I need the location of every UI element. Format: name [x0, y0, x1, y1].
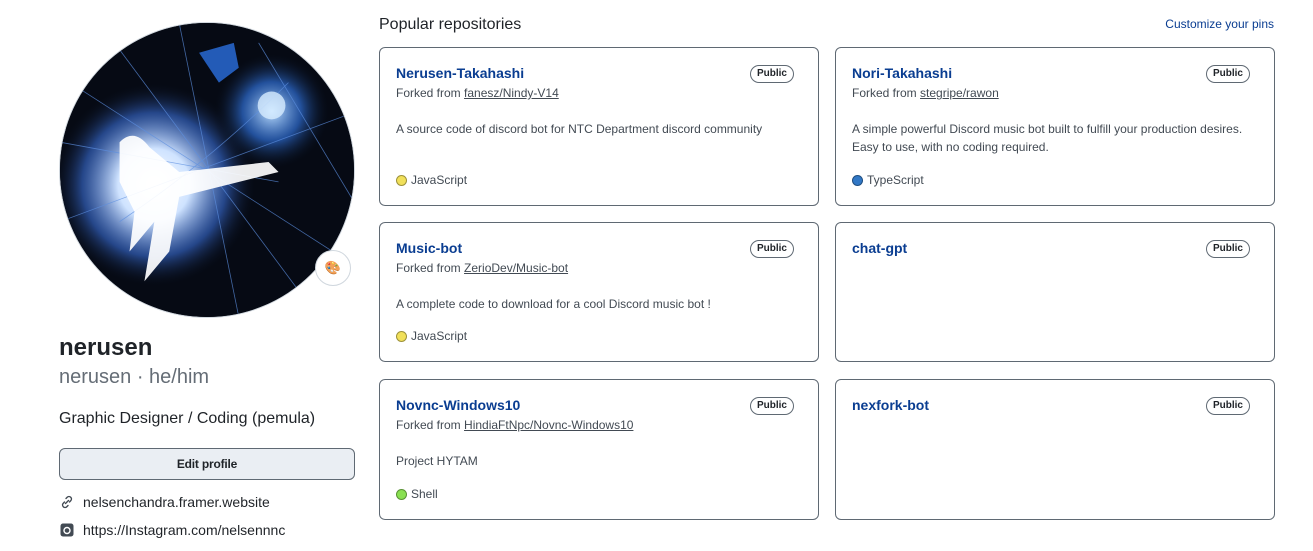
visibility-badge: Public: [749, 240, 794, 258]
repo-description: Project HYTAM: [396, 454, 478, 468]
repo-language: Shell: [396, 487, 438, 501]
fork-source-link[interactable]: HindiaFtNpc/Novnc-Windows10: [464, 418, 633, 432]
fork-prefix: Forked from: [852, 86, 917, 100]
avatar-container: 🎨: [59, 22, 355, 320]
fork-source-link[interactable]: ZerioDev/Music-bot: [464, 261, 568, 275]
fork-prefix: Forked from: [396, 418, 461, 432]
palette-icon: 🎨: [324, 260, 342, 275]
instagram-icon: [59, 522, 75, 538]
language-label: Shell: [411, 487, 438, 501]
website-link-row[interactable]: nelsenchandra.framer.website: [59, 494, 355, 510]
repo-name-link[interactable]: Nori-Takahashi: [852, 65, 952, 81]
repo-card: Nori-Takahashi Public Forked from stegri…: [835, 47, 1275, 206]
language-label: TypeScript: [867, 173, 924, 187]
instagram-link[interactable]: https://Instagram.com/nelsennnc: [83, 522, 285, 538]
fork-info: Forked from ZerioDev/Music-bot: [396, 261, 568, 275]
profile-login-pronouns: nerusen · he/him: [59, 366, 210, 388]
repo-language: JavaScript: [396, 329, 467, 343]
fork-prefix: Forked from: [396, 261, 461, 275]
language-color-dot: [396, 488, 407, 500]
repo-card: Nerusen-Takahashi Public Forked from fan…: [379, 47, 819, 206]
status-emoji-button[interactable]: 🎨: [315, 250, 351, 286]
popular-repositories-heading: Popular repositories: [379, 16, 522, 33]
repo-card: nexfork-bot Public: [835, 379, 1275, 520]
visibility-badge: Public: [749, 397, 794, 415]
profile-bio: Graphic Designer / Coding (pemula): [59, 410, 316, 427]
avatar[interactable]: [59, 22, 355, 318]
repo-description: A simple powerful Discord music bot buil…: [852, 122, 1243, 154]
customize-pins-link[interactable]: Customize your pins: [1165, 17, 1274, 31]
edit-profile-button[interactable]: Edit profile: [59, 448, 355, 480]
language-color-dot: [396, 174, 407, 186]
link-icon: [59, 494, 75, 510]
repo-name-link[interactable]: chat-gpt: [852, 240, 907, 256]
repo-name-link[interactable]: Music-bot: [396, 240, 462, 256]
fork-prefix: Forked from: [396, 86, 461, 100]
fork-source-link[interactable]: stegripe/rawon: [920, 86, 999, 100]
profile-sidebar: 🎨 nerusen nerusen · he/him Graphic Desig…: [59, 22, 355, 538]
visibility-badge: Public: [1205, 65, 1250, 83]
language-color-dot: [852, 174, 863, 186]
language-label: JavaScript: [411, 173, 468, 187]
profile-name: nerusen: [59, 334, 153, 361]
repo-name-link[interactable]: nexfork-bot: [852, 397, 929, 413]
instagram-link-row[interactable]: https://Instagram.com/nelsennnc: [59, 522, 355, 538]
repo-language: TypeScript: [852, 173, 924, 187]
fork-info: Forked from stegripe/rawon: [852, 86, 999, 100]
repo-card: Novnc-Windows10 Public Forked from Hindi…: [379, 379, 819, 520]
repo-name-link[interactable]: Nerusen-Takahashi: [396, 65, 524, 81]
fork-info: Forked from HindiaFtNpc/Novnc-Windows10: [396, 418, 633, 432]
repo-description: A complete code to download for a cool D…: [396, 297, 711, 311]
repo-language: JavaScript: [396, 173, 467, 187]
visibility-badge: Public: [1205, 240, 1250, 258]
language-color-dot: [396, 330, 407, 342]
repo-name-link[interactable]: Novnc-Windows10: [396, 397, 520, 413]
visibility-badge: Public: [749, 65, 794, 83]
language-label: JavaScript: [411, 329, 468, 343]
repo-description: A source code of discord bot for NTC Dep…: [396, 122, 763, 136]
repo-card: Music-bot Public Forked from ZerioDev/Mu…: [379, 222, 819, 362]
fork-source-link[interactable]: fanesz/Nindy-V14: [464, 86, 559, 100]
website-link[interactable]: nelsenchandra.framer.website: [83, 494, 270, 510]
visibility-badge: Public: [1205, 397, 1250, 415]
fork-info: Forked from fanesz/Nindy-V14: [396, 86, 559, 100]
repo-card: chat-gpt Public: [835, 222, 1275, 362]
